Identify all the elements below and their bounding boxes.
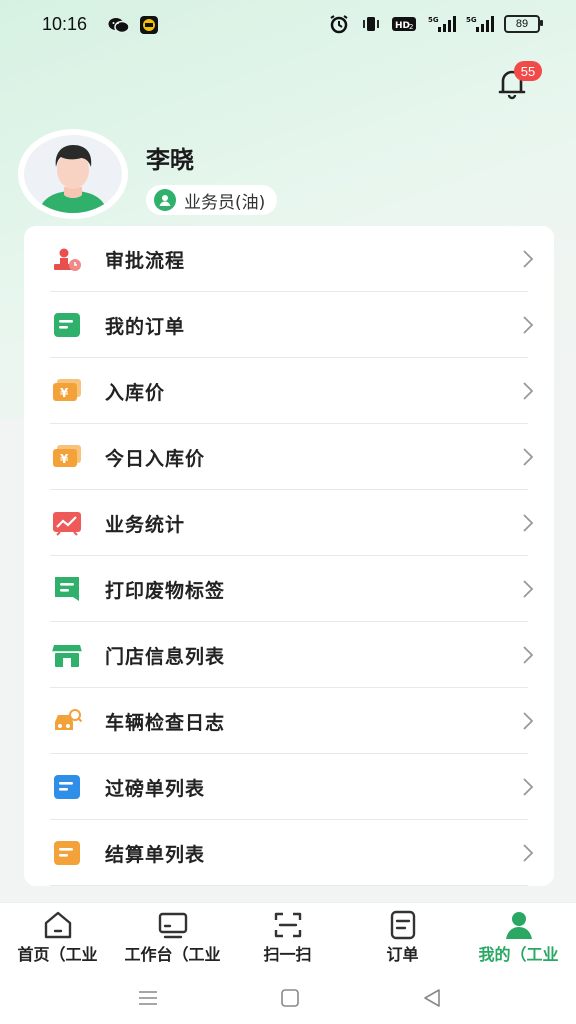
tab-scan[interactable]: 扫一扫 [230,903,345,975]
settlement-list-icon [52,840,82,866]
svg-text:5G: 5G [428,16,439,24]
menu-item-print-waste-label[interactable]: 打印废物标签 [24,556,554,622]
chevron-right-icon [522,645,534,665]
monitor-icon [157,909,189,941]
chevron-right-icon [522,315,534,335]
tab-workbench[interactable]: 工作台（工业 [115,903,230,975]
profile-icon [503,909,535,941]
wechat-icon [108,15,130,35]
menu-item-my-orders[interactable]: 我的订单 [24,292,554,358]
menu-item-today-inbound-price[interactable]: ¥ 今日入库价 [24,424,554,490]
print-label-icon [52,576,82,602]
notification-badge: 55 [514,61,542,81]
menu-item-weigh-list[interactable]: 过磅单列表 [24,754,554,820]
menu-nav-icon[interactable] [136,986,160,1010]
tab-orders[interactable]: 订单 [345,903,460,975]
menu-item-store-list[interactable]: 门店信息列表 [24,622,554,688]
status-bar: 10:16 HD 2 5G 5G 89 [0,0,576,50]
svg-text:HD: HD [395,21,410,31]
store-icon [52,642,82,668]
battery-indicator: 89 [504,15,543,33]
app-notification-icon [138,15,160,35]
chevron-right-icon [522,777,534,797]
menu-item-business-stats[interactable]: 业务统计 [24,490,554,556]
chevron-right-icon [522,843,534,863]
user-name: 李晓 [146,146,194,174]
scan-icon [272,909,304,941]
vibrate-icon [360,14,382,34]
svg-text:¥: ¥ [60,452,69,466]
role-badge: 业务员(油) [146,185,278,215]
chevron-right-icon [522,513,534,533]
weigh-list-icon [52,774,82,800]
approval-stamp-icon [52,246,82,272]
chevron-right-icon [522,249,534,269]
chevron-right-icon [522,447,534,467]
inbound-price-icon: ¥ [52,378,82,404]
menu-item-approval[interactable]: 审批流程 [24,226,554,292]
chevron-right-icon [522,711,534,731]
user-role-icon [154,189,176,211]
tab-home[interactable]: 首页（工业 [0,903,115,975]
menu-card: 审批流程 我的订单 ¥ 入库价 ¥ 今日入库价 业务统计 打印废物标签 门店信息… [24,226,554,886]
order-list-icon [52,312,82,338]
car-inspect-icon [52,708,83,734]
svg-text:5G: 5G [466,16,477,24]
role-label: 业务员(油) [184,192,266,213]
home-nav-icon[interactable] [278,986,302,1010]
menu-item-settlement-list[interactable]: 结算单列表 [24,820,554,886]
today-inbound-price-icon: ¥ [52,444,82,470]
home-icon [42,909,74,941]
status-time: 10:16 [42,14,88,34]
bottom-tab-bar: 首页（工业 工作台（工业 扫一扫 订单 我的（工业 [0,902,576,975]
system-nav-bar [0,974,576,1024]
signal-5g-2-icon: 5G [466,15,494,33]
alarm-icon [328,14,350,34]
hd-icon: HD 2 [392,14,418,34]
avatar[interactable] [24,135,122,213]
menu-item-inbound-price[interactable]: ¥ 入库价 [24,358,554,424]
tab-mine[interactable]: 我的（工业 [461,903,576,975]
chart-icon [52,510,82,536]
menu-item-vehicle-log[interactable]: 车辆检查日志 [24,688,554,754]
chevron-right-icon [522,579,534,599]
order-icon [387,909,419,941]
back-nav-icon[interactable] [420,986,444,1010]
signal-5g-1-icon: 5G [428,15,456,33]
svg-text:¥: ¥ [60,386,69,400]
svg-text:2: 2 [409,23,413,31]
chevron-right-icon [522,381,534,401]
